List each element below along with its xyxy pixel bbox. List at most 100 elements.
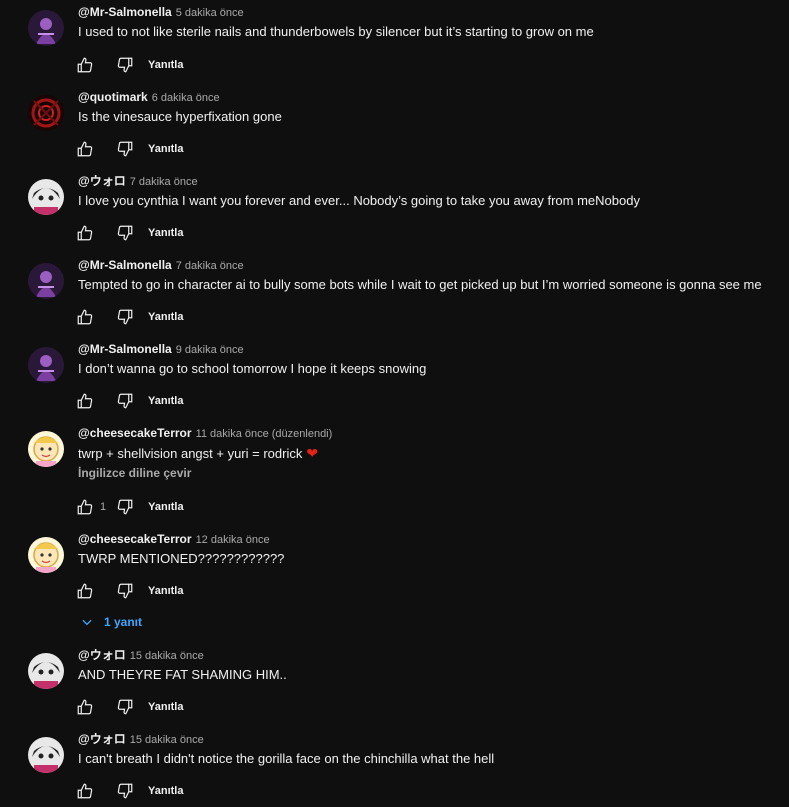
author-name[interactable]: @Mr-Salmonella: [78, 342, 172, 356]
action-bar: 1 Yanıtla: [74, 496, 184, 518]
author-name[interactable]: @ウォロ: [78, 732, 126, 746]
author-name[interactable]: @cheesecakeTerror: [78, 532, 192, 546]
thumbs-up-icon: [77, 783, 93, 799]
thumbs-up-icon: [77, 309, 93, 325]
dislike-button[interactable]: [114, 390, 136, 412]
reply-button[interactable]: Yanıtla: [148, 395, 183, 407]
comment-text: Tempted to go in character ai to bully s…: [78, 277, 762, 292]
thumbs-down-icon: [117, 225, 133, 241]
edited-label: (düzenlendi): [271, 428, 333, 440]
timestamp[interactable]: 15 dakika önce: [130, 734, 204, 746]
action-bar: Yanıtla: [74, 138, 183, 160]
comment-header: @ウォロ 15 dakika önce: [78, 646, 204, 664]
dislike-button[interactable]: [114, 496, 136, 518]
comment-text: I used to not like sterile nails and thu…: [78, 24, 594, 39]
reply-button[interactable]: Yanıtla: [148, 311, 183, 323]
comment-text: I love you cynthia I want you forever an…: [78, 193, 640, 208]
avatar[interactable]: [28, 179, 64, 215]
avatar[interactable]: [28, 263, 64, 299]
timestamp[interactable]: 7 dakika önce: [176, 260, 244, 272]
reply-button[interactable]: Yanıtla: [148, 59, 183, 71]
thumbs-down-icon: [117, 393, 133, 409]
timestamp[interactable]: 9 dakika önce: [176, 344, 244, 356]
comment-text: TWRP MENTIONED????????????: [78, 551, 285, 566]
translate-link[interactable]: İngilizce diline çevir: [78, 466, 191, 480]
avatar[interactable]: [28, 537, 64, 573]
like-button[interactable]: [74, 222, 96, 244]
timestamp[interactable]: 6 dakika önce: [152, 92, 220, 104]
comment-header: @Mr-Salmonella 7 dakika önce: [78, 256, 244, 274]
like-button[interactable]: [74, 780, 96, 802]
reply-button[interactable]: Yanıtla: [148, 701, 183, 713]
show-replies-button[interactable]: 1 yanıt: [80, 610, 142, 634]
dislike-button[interactable]: [114, 306, 136, 328]
timestamp[interactable]: 7 dakika önce: [130, 176, 198, 188]
thumbs-up-icon: [77, 141, 93, 157]
dislike-button[interactable]: [114, 54, 136, 76]
thumbs-up-icon: [77, 393, 93, 409]
author-name[interactable]: @Mr-Salmonella: [78, 5, 172, 19]
thumbs-down-icon: [117, 141, 133, 157]
comment-text: AND THEYRE FAT SHAMING HIM..: [78, 667, 287, 682]
dislike-button[interactable]: [114, 696, 136, 718]
thumbs-down-icon: [117, 583, 133, 599]
thumbs-down-icon: [117, 499, 133, 515]
like-button[interactable]: [74, 696, 96, 718]
avatar[interactable]: [28, 431, 64, 467]
dislike-button[interactable]: [114, 222, 136, 244]
author-name[interactable]: @ウォロ: [78, 648, 126, 662]
reply-button[interactable]: Yanıtla: [148, 501, 183, 513]
action-bar: Yanıtla: [74, 54, 183, 76]
dislike-button[interactable]: [114, 580, 136, 602]
author-name[interactable]: @Mr-Salmonella: [78, 258, 172, 272]
action-bar: Yanıtla: [74, 222, 183, 244]
author-name[interactable]: @cheesecakeTerror: [78, 426, 192, 440]
reply-button[interactable]: Yanıtla: [148, 585, 183, 597]
dislike-button[interactable]: [114, 780, 136, 802]
like-button[interactable]: [74, 496, 96, 518]
reply-button[interactable]: Yanıtla: [148, 143, 183, 155]
comment-text: twrp + shellvision angst + yuri = rodric…: [78, 444, 318, 463]
timestamp[interactable]: 15 dakika önce: [130, 650, 204, 662]
timestamp[interactable]: 12 dakika önce: [196, 534, 270, 546]
comment-text: Is the vinesauce hyperfixation gone: [78, 109, 282, 124]
action-bar: Yanıtla: [74, 580, 183, 602]
thumbs-down-icon: [117, 699, 133, 715]
avatar[interactable]: [28, 653, 64, 689]
action-bar: Yanıtla: [74, 390, 183, 412]
like-button[interactable]: [74, 580, 96, 602]
action-bar: Yanıtla: [74, 780, 183, 802]
avatar[interactable]: [28, 347, 64, 383]
comment-header: @ウォロ 15 dakika önce: [78, 730, 204, 748]
avatar[interactable]: [28, 737, 64, 773]
dislike-button[interactable]: [114, 138, 136, 160]
comment-text: I can't breath I didn't notice the goril…: [78, 751, 495, 766]
timestamp[interactable]: 5 dakika önce: [176, 7, 244, 19]
thumbs-down-icon: [117, 309, 133, 325]
avatar[interactable]: [28, 10, 64, 46]
comment-header: @Mr-Salmonella 5 dakika önce: [78, 3, 244, 21]
like-button[interactable]: [74, 306, 96, 328]
thumbs-up-icon: [77, 699, 93, 715]
heart-icon: ❤: [306, 445, 319, 461]
comment-header: @ウォロ 7 dakika önce: [78, 172, 198, 190]
thumbs-up-icon: [77, 225, 93, 241]
comment-header: @Mr-Salmonella 9 dakika önce: [78, 340, 244, 358]
reply-button[interactable]: Yanıtla: [148, 227, 183, 239]
avatar[interactable]: [28, 95, 64, 131]
like-button[interactable]: [74, 138, 96, 160]
author-name[interactable]: @quotimark: [78, 90, 148, 104]
comment-text: I don’t wanna go to school tomorrow I ho…: [78, 361, 427, 376]
replies-count-label: 1 yanıt: [104, 615, 143, 629]
thumbs-up-icon: [77, 499, 93, 515]
thumbs-up-icon: [77, 583, 93, 599]
reply-button[interactable]: Yanıtla: [148, 785, 183, 797]
chevron-down-icon: [82, 619, 92, 626]
timestamp[interactable]: 11 dakika önce: [196, 428, 269, 440]
like-button[interactable]: [74, 390, 96, 412]
like-button[interactable]: [74, 54, 96, 76]
author-name[interactable]: @ウォロ: [78, 174, 126, 188]
comment-header: @cheesecakeTerror 12 dakika önce: [78, 530, 270, 548]
thumbs-up-icon: [77, 57, 93, 73]
action-bar: Yanıtla: [74, 306, 183, 328]
